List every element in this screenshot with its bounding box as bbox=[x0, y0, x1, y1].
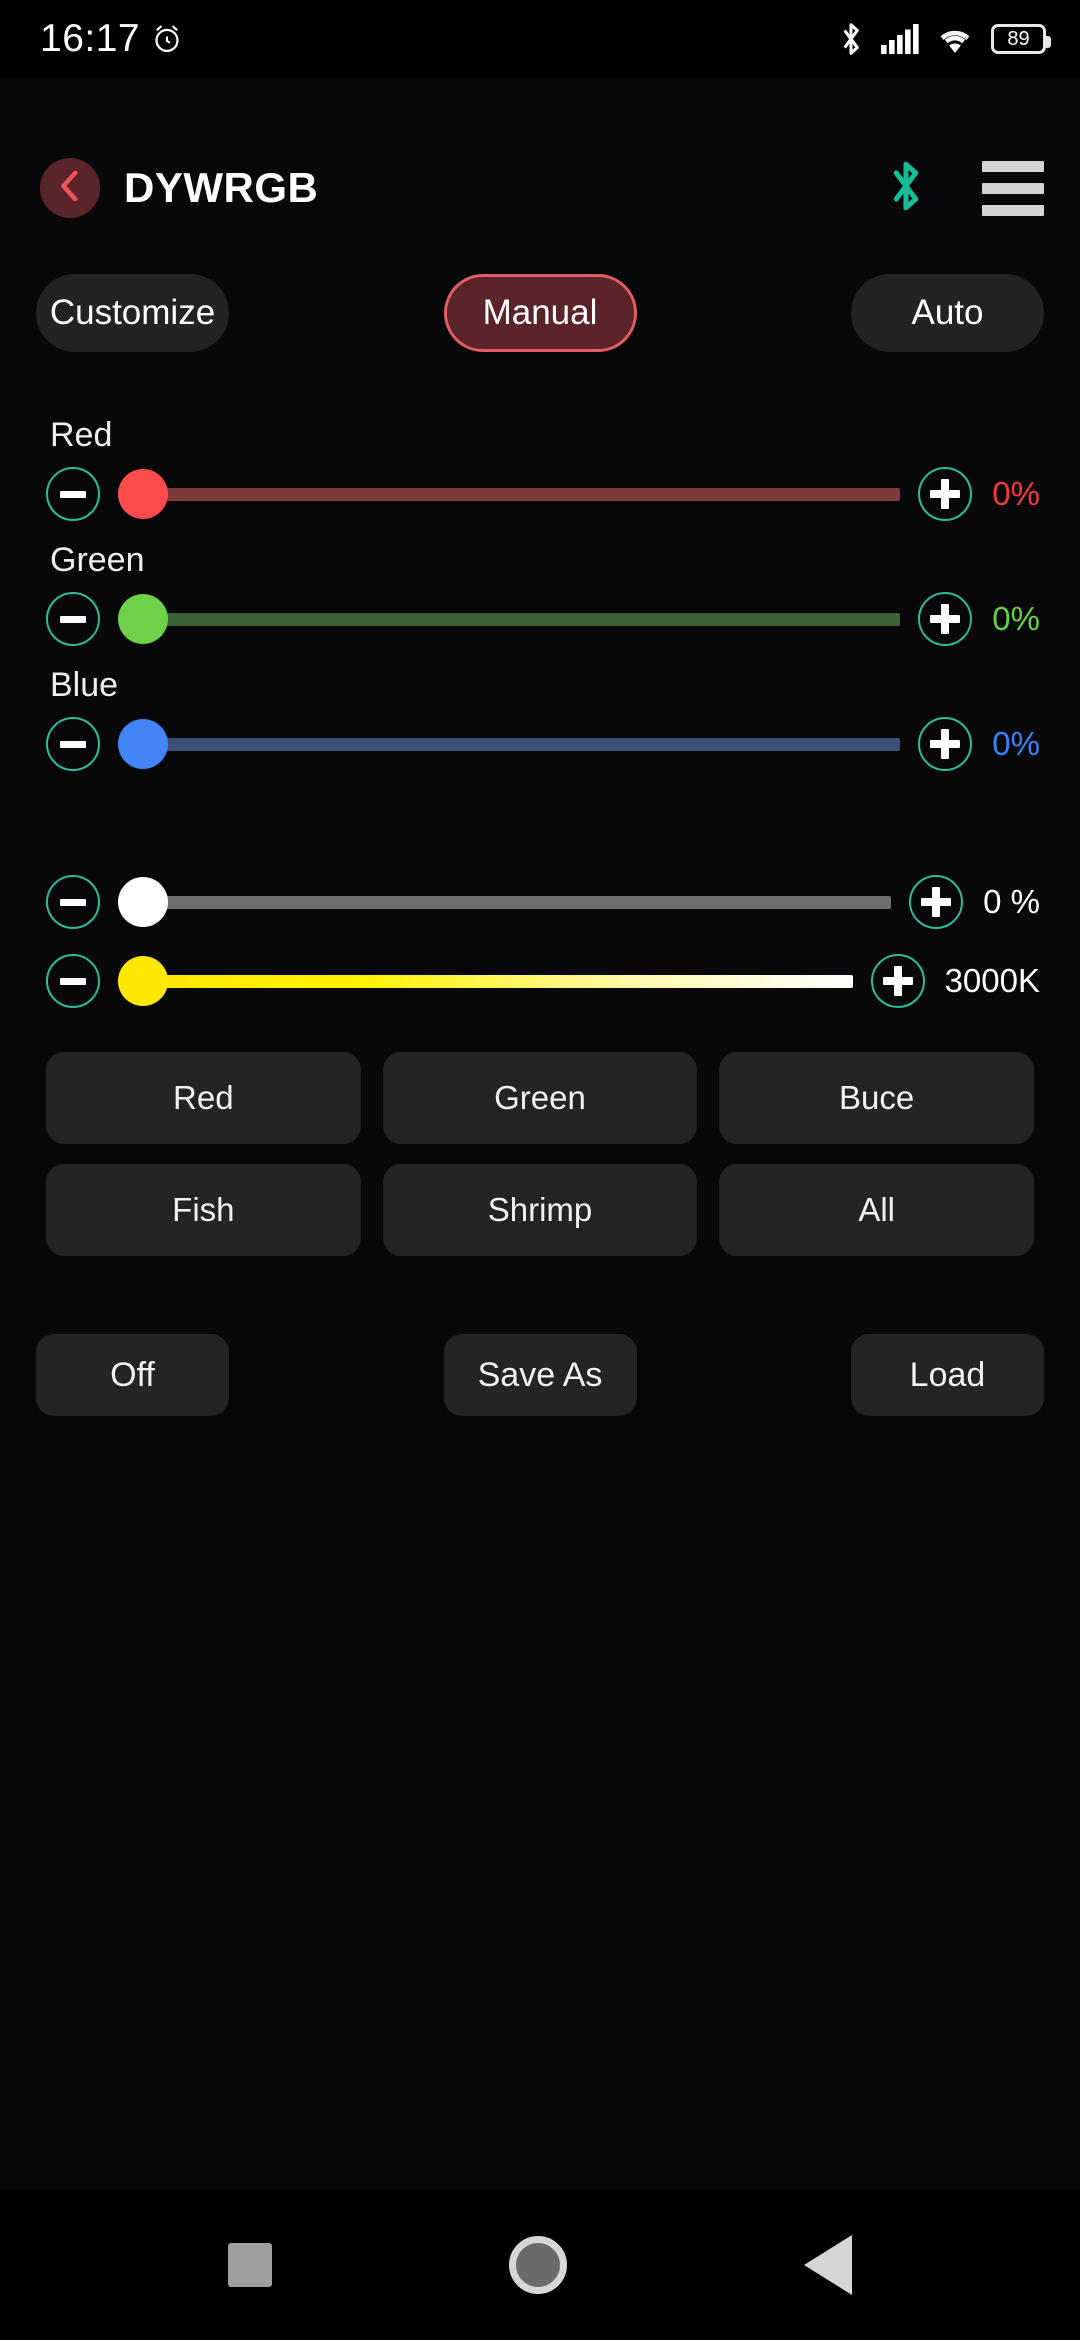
status-time: 16:17 bbox=[40, 17, 141, 60]
white-temp-sliders: 0 % 3000K bbox=[0, 875, 1080, 1008]
wifi-icon bbox=[936, 24, 974, 54]
preset-button-all[interactable]: All bbox=[719, 1164, 1034, 1256]
increase-color-temperature-button[interactable] bbox=[870, 954, 925, 1008]
slider-color-temperature[interactable] bbox=[118, 954, 853, 1008]
slider-controls-red: 0% bbox=[46, 467, 1040, 521]
preset-grid: Red Green Buce Fish Shrimp All bbox=[0, 1052, 1080, 1256]
app-screen: 16:17 89 DYWRGB Customize Manual Auto Re… bbox=[0, 0, 1080, 2340]
preset-button-red[interactable]: Red bbox=[46, 1052, 361, 1144]
slider-thumb-blue[interactable] bbox=[118, 719, 168, 769]
slider-track-red bbox=[140, 487, 901, 501]
rgb-sliders: Red 0% Green 0% Blue 0% bbox=[0, 416, 1080, 771]
preset-button-buce[interactable]: Buce bbox=[719, 1052, 1034, 1144]
minus-icon bbox=[60, 490, 86, 498]
tab-manual[interactable]: Manual bbox=[443, 274, 637, 352]
page-title: DYWRGB bbox=[124, 164, 319, 211]
off-button[interactable]: Off bbox=[36, 1334, 229, 1416]
minus-icon bbox=[60, 977, 86, 985]
status-bar-right: 89 bbox=[838, 20, 1051, 58]
decrease-blue-button[interactable] bbox=[46, 717, 100, 771]
slider-value-brightness: 0 % bbox=[983, 883, 1040, 920]
slider-label-blue: Blue bbox=[50, 666, 119, 704]
plus-icon bbox=[930, 479, 961, 509]
slider-thumb-green[interactable] bbox=[118, 594, 168, 644]
preset-button-green[interactable]: Green bbox=[382, 1052, 698, 1144]
mode-tabs: Customize Manual Auto bbox=[0, 274, 1080, 352]
slider-track-color-temperature bbox=[140, 974, 853, 988]
decrease-red-button[interactable] bbox=[46, 467, 100, 521]
save-as-button[interactable]: Save As bbox=[443, 1334, 637, 1416]
slider-row-blue: Blue 0% bbox=[46, 666, 1040, 771]
tab-customize[interactable]: Customize bbox=[36, 274, 229, 352]
slider-row-red: Red 0% bbox=[46, 416, 1040, 521]
slider-label-green: Green bbox=[50, 541, 145, 579]
slider-brightness[interactable] bbox=[118, 875, 892, 929]
plus-icon bbox=[921, 887, 952, 917]
plus-icon bbox=[882, 966, 913, 996]
cellular-signal-icon bbox=[881, 24, 919, 54]
app-header: DYWRGB bbox=[0, 140, 1080, 236]
slider-value-blue: 0% bbox=[992, 725, 1040, 762]
plus-icon bbox=[930, 729, 961, 759]
slider-row-green: Green 0% bbox=[46, 541, 1040, 646]
slider-green[interactable] bbox=[118, 592, 901, 646]
bluetooth-icon bbox=[838, 20, 864, 58]
app-header-actions bbox=[886, 157, 1044, 220]
minus-icon bbox=[60, 615, 86, 623]
battery-indicator: 89 bbox=[991, 24, 1051, 54]
slider-thumb-brightness[interactable] bbox=[118, 877, 168, 927]
slider-track-blue bbox=[140, 737, 901, 751]
increase-brightness-button[interactable] bbox=[909, 875, 964, 929]
home-circle-icon[interactable] bbox=[508, 2236, 567, 2294]
action-buttons: Off Save As Load bbox=[0, 1334, 1080, 1416]
status-bar-left: 16:17 bbox=[40, 17, 184, 61]
slider-value-red: 0% bbox=[992, 475, 1040, 512]
slider-controls-blue: 0% bbox=[46, 717, 1040, 771]
slider-value-color-temperature: 3000K bbox=[944, 962, 1040, 999]
increase-blue-button[interactable] bbox=[918, 717, 973, 771]
slider-red[interactable] bbox=[118, 467, 901, 521]
android-nav-bar bbox=[0, 2190, 1080, 2340]
back-chevron-icon bbox=[55, 169, 85, 208]
tab-auto[interactable]: Auto bbox=[851, 274, 1044, 352]
preset-button-fish[interactable]: Fish bbox=[46, 1164, 361, 1256]
decrease-brightness-button[interactable] bbox=[46, 875, 100, 929]
back-triangle-icon[interactable] bbox=[803, 2235, 852, 2295]
recents-square-icon[interactable] bbox=[228, 2243, 273, 2287]
hamburger-menu-icon[interactable] bbox=[982, 160, 1044, 216]
minus-icon bbox=[60, 740, 86, 748]
slider-thumb-red[interactable] bbox=[118, 469, 168, 519]
bluetooth-connected-icon[interactable] bbox=[886, 157, 926, 220]
slider-label-red: Red bbox=[50, 416, 113, 454]
back-button[interactable] bbox=[40, 158, 100, 218]
load-button[interactable]: Load bbox=[851, 1334, 1044, 1416]
alarm-icon bbox=[150, 22, 184, 56]
plus-icon bbox=[930, 604, 961, 634]
preset-button-shrimp[interactable]: Shrimp bbox=[382, 1164, 698, 1256]
slider-thumb-color-temperature[interactable] bbox=[118, 956, 168, 1006]
increase-green-button[interactable] bbox=[918, 592, 973, 646]
battery-level-text: 89 bbox=[1007, 28, 1030, 50]
increase-red-button[interactable] bbox=[918, 467, 973, 521]
slider-track-brightness bbox=[140, 895, 892, 909]
slider-controls-brightness: 0 % bbox=[46, 875, 1040, 929]
status-bar: 16:17 89 bbox=[0, 0, 1080, 78]
slider-controls-green: 0% bbox=[46, 592, 1040, 646]
decrease-color-temperature-button[interactable] bbox=[46, 954, 100, 1008]
minus-icon bbox=[60, 898, 86, 906]
slider-controls-color-temperature: 3000K bbox=[46, 954, 1040, 1008]
slider-blue[interactable] bbox=[118, 717, 901, 771]
decrease-green-button[interactable] bbox=[46, 592, 100, 646]
slider-track-green bbox=[140, 612, 901, 626]
slider-value-green: 0% bbox=[992, 600, 1040, 637]
